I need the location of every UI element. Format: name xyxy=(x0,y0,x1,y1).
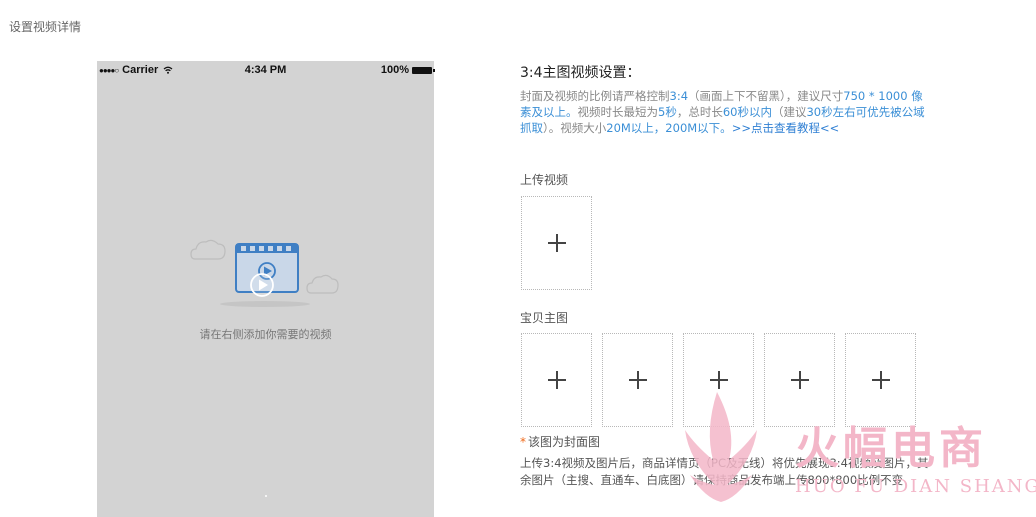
tutorial-link[interactable]: >>点击查看教程<< xyxy=(732,121,840,135)
settings-title: 3:4主图视频设置： xyxy=(520,65,641,81)
video-placeholder-icon xyxy=(190,239,339,307)
status-bar: ●●●●○ Carrier 4:34 PM 100% xyxy=(97,61,435,79)
plus-icon xyxy=(710,371,728,389)
plus-icon xyxy=(629,371,647,389)
sync-description: 上传3:4视频及图片后，商品详情页（PC及无线）将优先展现3:4视频及图片，其余… xyxy=(520,456,929,487)
main-images-label: 宝贝主图 xyxy=(520,311,569,325)
plus-icon xyxy=(791,371,809,389)
upload-video-label: 上传视频 xyxy=(520,173,569,187)
main-image-slot-2[interactable] xyxy=(602,333,673,427)
settings-description: 封面及视频的比例请严格控制3:4（画面上下不留黑），建议尺寸750 * 1000… xyxy=(520,89,925,135)
battery-percent: 100% xyxy=(380,64,409,76)
main-image-slot-3[interactable] xyxy=(683,333,754,427)
cover-note: * 该图为封面图 xyxy=(520,435,601,449)
upload-video-button[interactable] xyxy=(521,196,592,290)
battery-icon xyxy=(412,66,435,74)
phone-hint-text: 请在右侧添加你需要的视频 xyxy=(199,328,332,341)
required-star: * xyxy=(520,435,526,449)
plus-icon xyxy=(548,371,566,389)
plus-icon xyxy=(548,234,566,252)
main-image-slot-5[interactable] xyxy=(845,333,916,427)
main-image-slot-1[interactable] xyxy=(521,333,592,427)
main-image-slot-4[interactable] xyxy=(764,333,835,427)
page-indicator xyxy=(265,495,267,497)
plus-icon xyxy=(872,371,890,389)
page-title: 设置视频详情 xyxy=(9,20,82,34)
phone-preview: ●●●●○ Carrier 4:34 PM 100% 请在右侧添加你需要的视频 xyxy=(97,61,435,517)
